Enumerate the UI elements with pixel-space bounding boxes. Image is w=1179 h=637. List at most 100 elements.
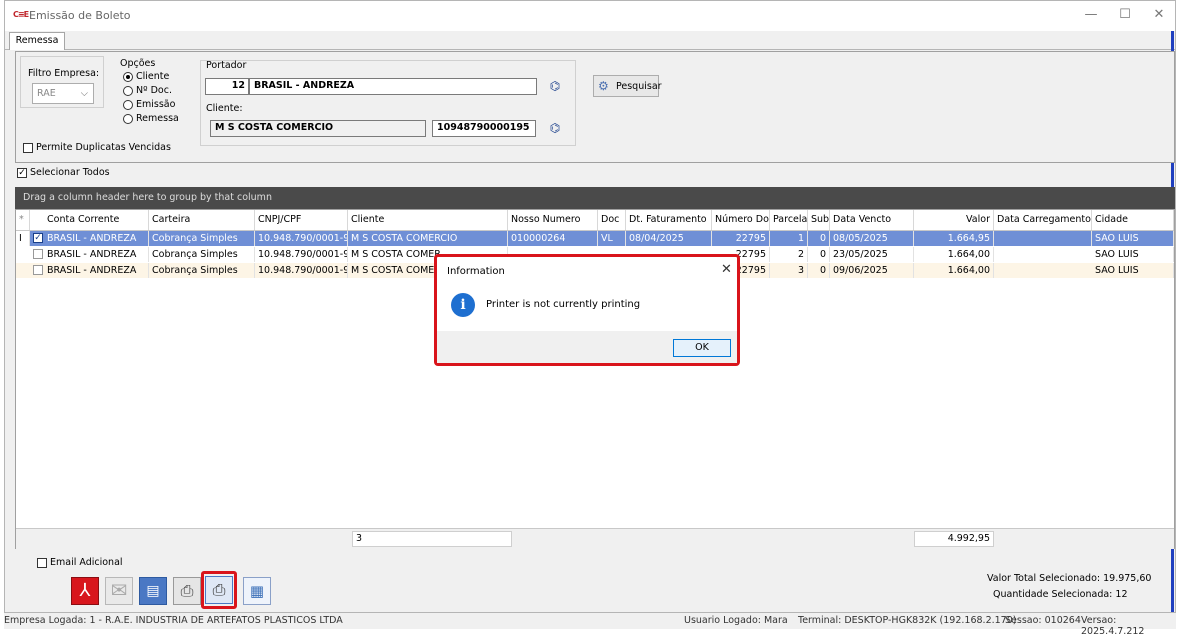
opcoes-label: Opções (120, 58, 156, 69)
close-button[interactable]: ✕ (1145, 5, 1173, 27)
cell-conta: BRASIL - ANDREZA (44, 263, 149, 278)
pesquisar-button[interactable]: ⚙ Pesquisar (593, 75, 662, 97)
status-usuario: Usuario Logado: Mara (684, 615, 788, 626)
header-conta-corrente[interactable]: Conta Corrente (44, 210, 149, 230)
permite-duplicatas-label: Permite Duplicatas Vencidas (36, 142, 171, 153)
header-parcela[interactable]: Parcela (770, 210, 808, 230)
cell-cnpj: 10.948.790/0001-95 (255, 247, 348, 262)
radio-remessa[interactable] (123, 114, 133, 124)
gear-icon: ⚙ (598, 79, 609, 93)
tab-remessa[interactable]: Remessa (9, 32, 65, 50)
empresa-select[interactable]: RAE ⌵ (32, 83, 94, 104)
radio-ndoc-label: Nº Doc. (136, 85, 172, 96)
row-indicator-header: * (16, 210, 30, 230)
radio-emissao[interactable] (123, 100, 133, 110)
email-adicional-checkbox[interactable] (37, 558, 47, 568)
cell-cnpj: 10.948.790/0001-95 (255, 231, 348, 246)
print-preview-icon[interactable]: ⎙ (173, 577, 201, 605)
cliente-search-binoculars-icon[interactable]: ⌬ (546, 119, 564, 137)
quantidade-selecionada: Quantidade Selecionada: 12 (993, 589, 1128, 600)
printer-icon[interactable]: ⎙ (205, 576, 233, 604)
app-logo-icon: C≡E (13, 10, 29, 19)
header-doc[interactable]: Doc (598, 210, 626, 230)
radio-cliente-label: Cliente (136, 71, 170, 82)
cell-data-vencto: 08/05/2025 (830, 231, 914, 246)
email-adicional-label: Email Adicional (50, 557, 123, 568)
portador-name-field[interactable]: BRASIL - ANDREZA (249, 78, 537, 95)
status-sessao: Sessao: 010264 (1005, 615, 1081, 626)
pdf-icon[interactable]: ⅄ (71, 577, 99, 605)
table-row[interactable]: I ✓ BRASIL - ANDREZA Cobrança Simples 10… (16, 231, 1174, 246)
cell-cnpj: 10.948.790/0001-95 (255, 263, 348, 278)
status-empresa: Empresa Logada: 1 - R.A.E. INDUSTRIA DE … (4, 615, 343, 626)
email-icon[interactable]: ✉ (105, 577, 133, 605)
cliente-doc-field[interactable]: 10948790000195 (432, 120, 536, 137)
cell-cidade: SAO LUIS (1092, 263, 1174, 278)
ok-button[interactable]: OK (673, 339, 731, 357)
header-carteira[interactable]: Carteira (149, 210, 255, 230)
selecionar-todos-label: Selecionar Todos (30, 167, 110, 178)
header-numero-doc[interactable]: Número Doc. (712, 210, 770, 230)
status-versao: Versao: 2025.4.7.212 (1081, 615, 1145, 637)
title-bar: C≡E Emissão de Boleto — ☐ ✕ (5, 1, 1175, 31)
cell-conta: BRASIL - ANDREZA (44, 247, 149, 262)
cell-dt-faturamento: 08/04/2025 (626, 231, 712, 246)
grid-header: * Conta Corrente Carteira CNPJ/CPF Clien… (16, 210, 1174, 231)
radio-remessa-label: Remessa (136, 113, 179, 124)
cell-cidade: SAO LUIS (1092, 247, 1174, 262)
chevron-down-icon: ⌵ (80, 88, 88, 99)
header-data-carregamento[interactable]: Data Carregamento (994, 210, 1092, 230)
status-terminal: Terminal: DESKTOP-HGK832K (192.168.2.170… (798, 615, 1017, 626)
window-title: Emissão de Boleto (29, 9, 131, 22)
row-checkbox[interactable] (33, 265, 43, 275)
radio-cliente[interactable] (123, 72, 133, 82)
cell-carteira: Cobrança Simples (149, 247, 255, 262)
portador-code-field[interactable]: 12 (205, 78, 249, 95)
cell-valor: 1.664,95 (914, 231, 994, 246)
cell-carteira: Cobrança Simples (149, 231, 255, 246)
cell-carteira: Cobrança Simples (149, 263, 255, 278)
cell-doc: VL (598, 231, 626, 246)
cell-conta: BRASIL - ANDREZA (44, 231, 149, 246)
radio-emissao-label: Emissão (136, 99, 176, 110)
information-dialog: Information ✕ i Printer is not currently… (434, 254, 740, 366)
cell-sub: 0 (808, 231, 830, 246)
header-cnpj[interactable]: CNPJ/CPF (255, 210, 348, 230)
pesquisar-label: Pesquisar (616, 81, 662, 92)
cell-cidade: SAO LUIS (1092, 231, 1174, 246)
permite-duplicatas-checkbox[interactable] (23, 143, 33, 153)
minimize-button[interactable]: — (1077, 5, 1105, 27)
header-dt-faturamento[interactable]: Dt. Faturamento (626, 210, 712, 230)
portador-label: Portador (206, 60, 247, 71)
header-nosso-numero[interactable]: Nosso Numero (508, 210, 598, 230)
row-checkbox[interactable] (33, 249, 43, 259)
save-icon[interactable]: ▤ (139, 577, 167, 605)
dialog-message: Printer is not currently printing (486, 299, 641, 310)
row-checkbox[interactable]: ✓ (33, 233, 43, 243)
header-cidade[interactable]: Cidade (1092, 210, 1174, 230)
header-cliente[interactable]: Cliente (348, 210, 508, 230)
footer-count: 3 (352, 531, 512, 547)
valor-total-selecionado: Valor Total Selecionado: 19.975,60 (987, 573, 1152, 584)
portador-search-binoculars-icon[interactable]: ⌬ (546, 77, 564, 95)
dialog-title: Information (447, 266, 505, 277)
header-sub[interactable]: Sub (808, 210, 830, 230)
radio-ndoc[interactable] (123, 86, 133, 96)
dialog-close-icon[interactable]: ✕ (721, 262, 732, 277)
filter-panel: Filtro Empresa: RAE ⌵ Opções Cliente Nº … (15, 51, 1175, 163)
cell-parcela: 1 (770, 231, 808, 246)
cell-data-carregamento (994, 231, 1092, 246)
row-indicator: I (16, 231, 30, 246)
cliente-name-field: M S COSTA COMERCIO (210, 120, 426, 137)
footer-total: 4.992,95 (914, 531, 994, 547)
header-data-vencto[interactable]: Data Vencto (830, 210, 914, 230)
maximize-button[interactable]: ☐ (1111, 5, 1139, 27)
calculator-icon[interactable]: ▦ (243, 577, 271, 605)
cell-data-vencto: 23/05/2025 (830, 247, 914, 262)
group-by-panel[interactable]: Drag a column header here to group by th… (15, 187, 1175, 209)
header-valor[interactable]: Valor (914, 210, 994, 230)
cell-cliente: M S COSTA COMERCIO (348, 231, 508, 246)
status-bar: Empresa Logada: 1 - R.A.E. INDUSTRIA DE … (4, 612, 1176, 637)
cell-numero-doc: 22795 (712, 231, 770, 246)
selecionar-todos-checkbox[interactable]: ✓ (17, 168, 27, 178)
